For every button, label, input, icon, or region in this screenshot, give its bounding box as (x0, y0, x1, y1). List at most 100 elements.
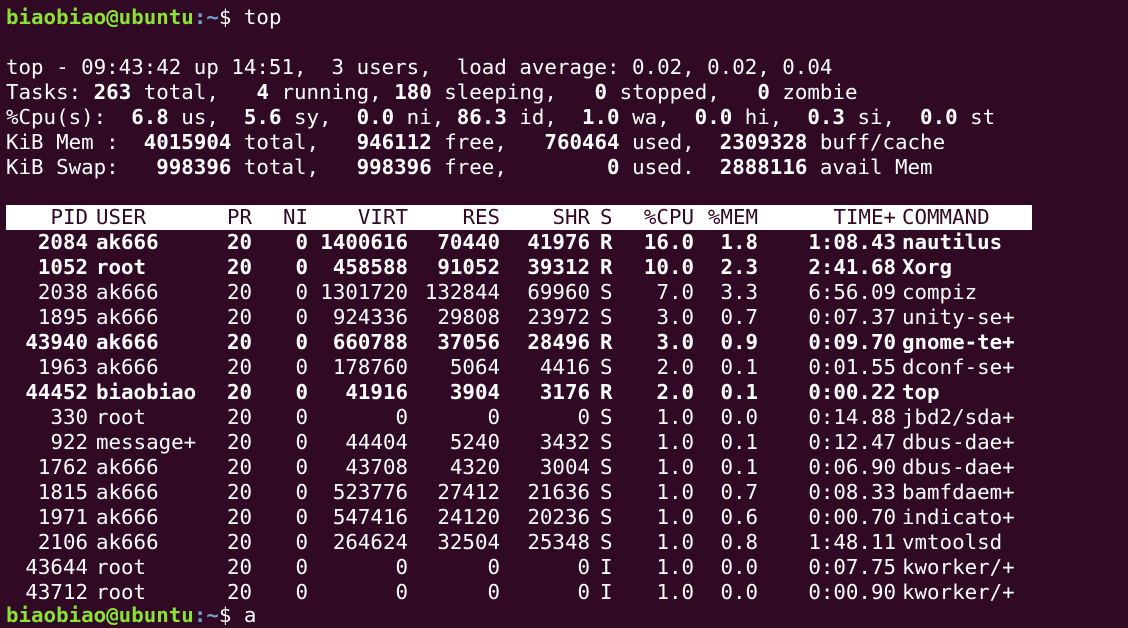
process-user-cell: root (96, 255, 147, 279)
mem-total: 4015904 (143, 130, 232, 154)
tasks-total-label: total, (131, 80, 257, 104)
cpu-label: %Cpu(s): (6, 105, 132, 129)
next-prompt-line: biaobiao@ubuntu:~$ a (6, 603, 256, 628)
process-pid-cell: 1971 (37, 505, 88, 529)
process-mem-cell: 0.1 (720, 380, 758, 404)
process-res-cell: 4320 (449, 455, 500, 479)
process-user-cell: root (96, 580, 147, 604)
swap-avail-label: avail Mem (807, 155, 933, 179)
mem-line: KiB Mem : 4015904 total, 946112 free, 76… (6, 130, 945, 155)
process-pr-cell: 20 (226, 580, 252, 604)
swap-label: KiB Swap: (6, 155, 157, 179)
process-pid-cell: 2106 (37, 530, 88, 554)
process-time-cell: 0:08.33 (808, 480, 896, 504)
process-s-cell: S (600, 355, 613, 379)
process-pid-cell: 43712 (25, 580, 88, 604)
process-pr-cell: 20 (226, 255, 252, 279)
next-prompt-symbol: $ a (218, 603, 257, 627)
process-pr-cell: 20 (226, 555, 252, 579)
process-user-cell: root (96, 405, 147, 429)
process-cpu-cell: 2.0 (656, 380, 694, 404)
process-s-cell: I (600, 580, 613, 604)
swap-used-label: used. (619, 155, 720, 179)
process-ni-cell: 0 (295, 530, 308, 554)
process-cmd-cell: indicato+ (902, 505, 1015, 529)
swap-line: KiB Swap: 998396 total, 998396 free, 0 u… (6, 155, 933, 180)
process-res-cell: 37056 (437, 330, 500, 354)
process-user-cell: ak666 (96, 280, 159, 304)
process-virt-cell: 1400616 (320, 230, 408, 254)
process-shr-cell: 3432 (539, 430, 590, 454)
process-cmd-cell: unity-se+ (902, 305, 1015, 329)
cpu-id-label: id, (506, 105, 582, 129)
process-user-cell: ak666 (96, 230, 159, 254)
process-cpu-cell: 16.0 (643, 230, 694, 254)
process-res-cell: 70440 (437, 230, 500, 254)
process-s-cell: S (600, 505, 613, 529)
process-mem-cell: 0.7 (720, 480, 758, 504)
process-shr-cell: 69960 (527, 280, 590, 304)
process-res-cell: 29808 (437, 305, 500, 329)
process-cpu-cell: 3.0 (656, 330, 694, 354)
process-ni-cell: 0 (295, 355, 308, 379)
process-mem-cell: 0.7 (720, 305, 758, 329)
process-ni-cell: 0 (295, 255, 308, 279)
swap-free-label: free, (431, 155, 608, 179)
process-s-cell: S (600, 455, 613, 479)
process-cmd-cell: vmtoolsd (902, 530, 1003, 554)
shell-prompt-line: biaobiao@ubuntu:~$ top (6, 5, 281, 30)
cpu-sy-label: sy, (281, 105, 357, 129)
tasks-running: 4 (256, 80, 269, 104)
process-cmd-cell: bamfdaem+ (902, 480, 1015, 504)
process-shr-cell: 28496 (527, 330, 590, 354)
mem-buff-label: buff/cache (807, 130, 946, 154)
process-cpu-cell: 3.0 (656, 305, 694, 329)
process-cmd-cell: compiz (902, 280, 978, 304)
cpu-us-label: us, (168, 105, 244, 129)
process-cmd-cell: dconf-se+ (902, 355, 1015, 379)
cpu-wa: 1.0 (581, 105, 620, 129)
process-virt-cell: 660788 (332, 330, 408, 354)
process-ni-cell: 0 (295, 480, 308, 504)
column-header-cpu: %CPU (643, 205, 694, 229)
process-mem-cell: 3.3 (720, 280, 758, 304)
process-pr-cell: 20 (226, 330, 252, 354)
process-ni-cell: 0 (295, 380, 308, 404)
tasks-label: Tasks: (6, 80, 94, 104)
process-pid-cell: 1963 (37, 355, 88, 379)
process-row: 2084 ak666 20 0 1400616 70440 41976 R 16.0 1.8 1:0… (6, 230, 1032, 255)
process-pr-cell: 20 (226, 230, 252, 254)
tasks-sleeping: 180 (394, 80, 432, 104)
tasks-sleeping-label: sleeping, (431, 80, 595, 104)
process-shr-cell: 0 (577, 405, 590, 429)
process-row: 330 root 20 0 0 0 0 S 1.0 0.0 0:14.88 jbd2/sda+ (6, 405, 1032, 430)
process-ni-cell: 0 (295, 430, 308, 454)
process-shr-cell: 3004 (539, 455, 590, 479)
process-row: 43712 root 20 0 0 0 0 I 1.0 0.0 0:00.90 kworker/+ (6, 580, 1032, 605)
prompt-command: top (243, 5, 282, 29)
process-cmd-cell: dbus-dae+ (902, 430, 1015, 454)
process-pr-cell: 20 (226, 505, 252, 529)
mem-total-label: total, (231, 130, 357, 154)
process-pr-cell: 20 (226, 305, 252, 329)
process-shr-cell: 3176 (539, 380, 590, 404)
tasks-stopped: 0 (594, 80, 608, 104)
process-mem-cell: 0.8 (720, 530, 758, 554)
process-time-cell: 0:00.22 (808, 380, 896, 404)
process-s-cell: S (600, 305, 613, 329)
cpu-wa-label: wa, (619, 105, 695, 129)
process-user-cell: message+ (96, 430, 197, 454)
cpu-hi: 0.0 (694, 105, 733, 129)
cpu-hi-label: hi, (732, 105, 808, 129)
process-ni-cell: 0 (295, 555, 308, 579)
process-s-cell: R (600, 230, 613, 254)
process-row: 1815 ak666 20 0 523776 27412 21636 S 1.0 0.7 0:08.… (6, 480, 1032, 505)
process-pr-cell: 20 (226, 280, 252, 304)
process-shr-cell: 25348 (527, 530, 590, 554)
process-time-cell: 1:08.43 (808, 230, 896, 254)
process-user-cell: root (96, 555, 147, 579)
process-res-cell: 0 (487, 555, 500, 579)
process-time-cell: 0:07.37 (808, 305, 896, 329)
process-mem-cell: 0.1 (720, 455, 758, 479)
column-header-s: S (600, 205, 613, 229)
